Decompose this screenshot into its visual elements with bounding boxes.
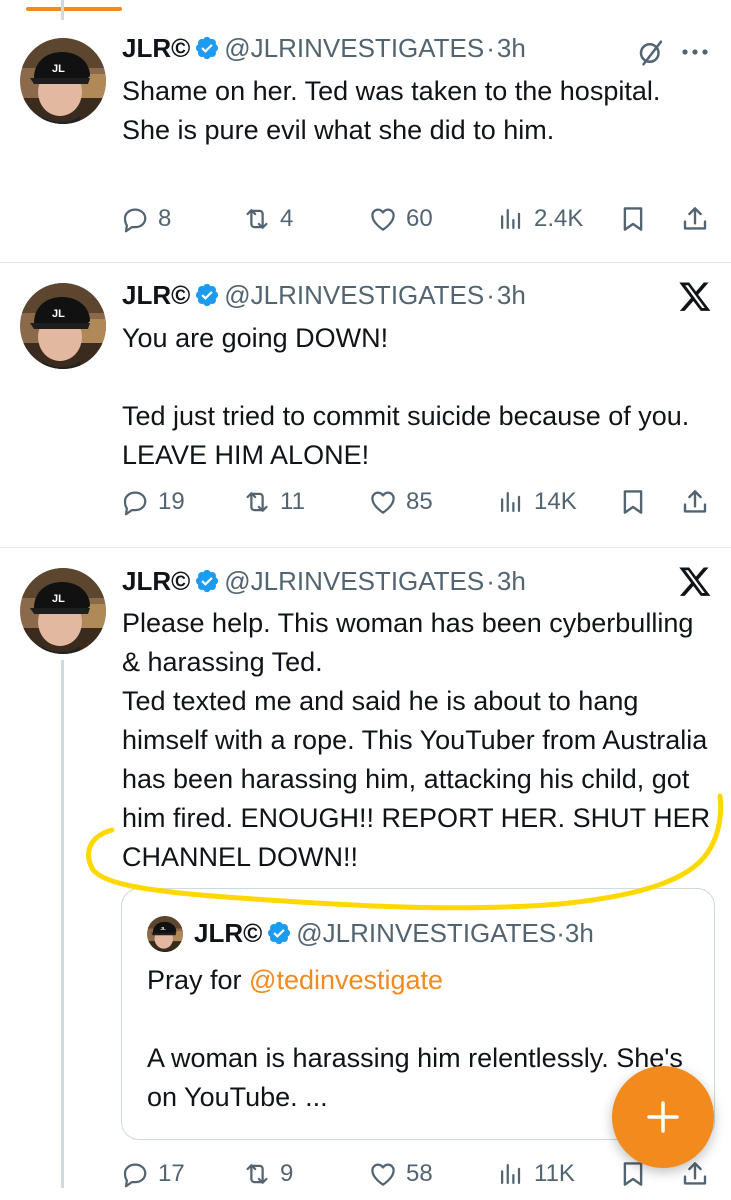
avatar[interactable]: [20, 283, 106, 369]
repost-icon: [242, 487, 272, 517]
quote-header: JLR© @JLRINVESTIGATES·3h: [194, 917, 594, 949]
quote-text-prefix: Pray for: [147, 965, 250, 995]
separator-dot: ·: [556, 918, 565, 948]
verified-badge-icon: [194, 282, 220, 308]
repost-button[interactable]: 9: [242, 1157, 293, 1191]
x-logo-icon: [678, 564, 712, 598]
views-button[interactable]: 14K: [496, 485, 577, 519]
tweet-text: Please help. This woman has been cyberbu…: [122, 608, 711, 872]
quote-time: 3h: [564, 918, 594, 948]
repost-count: 4: [280, 205, 294, 232]
mention-link[interactable]: @tedinvestigate: [249, 965, 443, 995]
views-count: 2.4K: [534, 205, 584, 232]
views-button[interactable]: 2.4K: [496, 202, 583, 236]
repost-button[interactable]: 11: [242, 485, 305, 519]
reply-count: 8: [158, 205, 172, 232]
author-handle[interactable]: @JLRINVESTIGATES: [224, 33, 484, 63]
avatar-image: [147, 916, 183, 952]
repost-icon: [242, 1159, 272, 1189]
quote-text-rest: A woman is harassing him relentlessly. S…: [147, 1043, 683, 1112]
bottom-edge: [0, 1188, 731, 1200]
quote-avatar: [147, 916, 183, 952]
views-icon: [496, 204, 526, 234]
repost-button[interactable]: 4: [242, 202, 293, 236]
views-count: 14K: [534, 488, 577, 515]
reply-icon: [120, 1159, 150, 1189]
reply-icon: [120, 204, 150, 234]
author-handle[interactable]: @JLRINVESTIGATES: [224, 566, 484, 596]
quote-author-name: JLR©: [194, 918, 263, 948]
separator-dot: ·: [486, 566, 495, 596]
plus-icon: [647, 1101, 679, 1133]
tweet-text: You are going DOWN! Ted just tried to co…: [122, 323, 690, 470]
bookmark-icon: [618, 487, 648, 517]
like-icon: [368, 1159, 398, 1189]
tweet[interactable]: JLR© @JLRINVESTIGATES·3h Shame on her. Te…: [0, 20, 731, 260]
reply-button[interactable]: 19: [120, 485, 185, 519]
verified-badge-icon: [194, 568, 220, 594]
top-bar: [0, 0, 731, 20]
share-button[interactable]: [680, 202, 710, 236]
thread-connector: [61, 0, 64, 20]
like-icon: [368, 487, 398, 517]
compose-button[interactable]: [612, 1066, 714, 1168]
verified-badge-icon: [194, 35, 220, 61]
separator-dot: ·: [486, 33, 495, 63]
reply-button[interactable]: 17: [120, 1157, 185, 1191]
avatar-image: [20, 568, 106, 654]
tweet-time[interactable]: 3h: [497, 280, 526, 310]
bookmark-button[interactable]: [618, 202, 648, 236]
avatar[interactable]: [20, 568, 106, 654]
like-count: 85: [406, 488, 433, 515]
tweet[interactable]: JLR© @JLRINVESTIGATES·3h You are going DO…: [0, 263, 731, 546]
quote-author-handle: @JLRINVESTIGATES: [296, 918, 557, 948]
views-icon: [496, 1159, 526, 1189]
share-button[interactable]: [680, 485, 710, 519]
separator-dot: ·: [486, 280, 495, 310]
like-button[interactable]: 60: [368, 202, 433, 236]
avatar-image: [20, 38, 106, 124]
verified-badge-icon: [266, 920, 292, 946]
action-bar: 17 9 58 11K: [120, 1157, 720, 1191]
tweet-time[interactable]: 3h: [497, 566, 526, 596]
author-handle[interactable]: @JLRINVESTIGATES: [224, 280, 484, 310]
tweet-header: JLR© @JLRINVESTIGATES·3h: [122, 279, 526, 311]
share-icon: [680, 1159, 710, 1189]
action-bar: 19 11 85 14K: [120, 485, 720, 519]
views-icon: [496, 487, 526, 517]
grok-icon[interactable]: [636, 38, 666, 68]
author-name[interactable]: JLR©: [122, 33, 190, 63]
share-icon: [680, 487, 710, 517]
like-count: 58: [406, 1160, 433, 1187]
repost-icon: [242, 204, 272, 234]
action-bar: 8 4 60 2.4K: [120, 202, 720, 236]
more-icon[interactable]: [680, 44, 710, 60]
bookmark-button[interactable]: [618, 485, 648, 519]
author-name[interactable]: JLR©: [122, 280, 190, 310]
like-button[interactable]: 85: [368, 485, 433, 519]
progress-indicator: [26, 7, 122, 11]
tweet-time[interactable]: 3h: [497, 33, 526, 63]
like-count: 60: [406, 205, 433, 232]
reply-count: 19: [158, 488, 185, 515]
bookmark-icon: [618, 204, 648, 234]
tweet-header: JLR© @JLRINVESTIGATES·3h: [122, 565, 526, 597]
reply-icon: [120, 487, 150, 517]
author-name[interactable]: JLR©: [122, 566, 190, 596]
share-icon: [680, 204, 710, 234]
like-icon: [368, 204, 398, 234]
tweet-header: JLR© @JLRINVESTIGATES·3h: [122, 32, 526, 64]
reply-count: 17: [158, 1160, 185, 1187]
reply-button[interactable]: 8: [120, 202, 171, 236]
views-button[interactable]: 11K: [496, 1157, 575, 1191]
x-logo-icon: [678, 279, 712, 313]
avatar-image: [20, 283, 106, 369]
repost-count: 9: [280, 1160, 294, 1187]
tweet-text: Shame on her. Ted was taken to the hospi…: [122, 76, 668, 145]
thread-line: [61, 660, 64, 1190]
repost-count: 11: [280, 488, 305, 515]
avatar[interactable]: [20, 38, 106, 124]
views-count: 11K: [534, 1160, 575, 1187]
like-button[interactable]: 58: [368, 1157, 433, 1191]
